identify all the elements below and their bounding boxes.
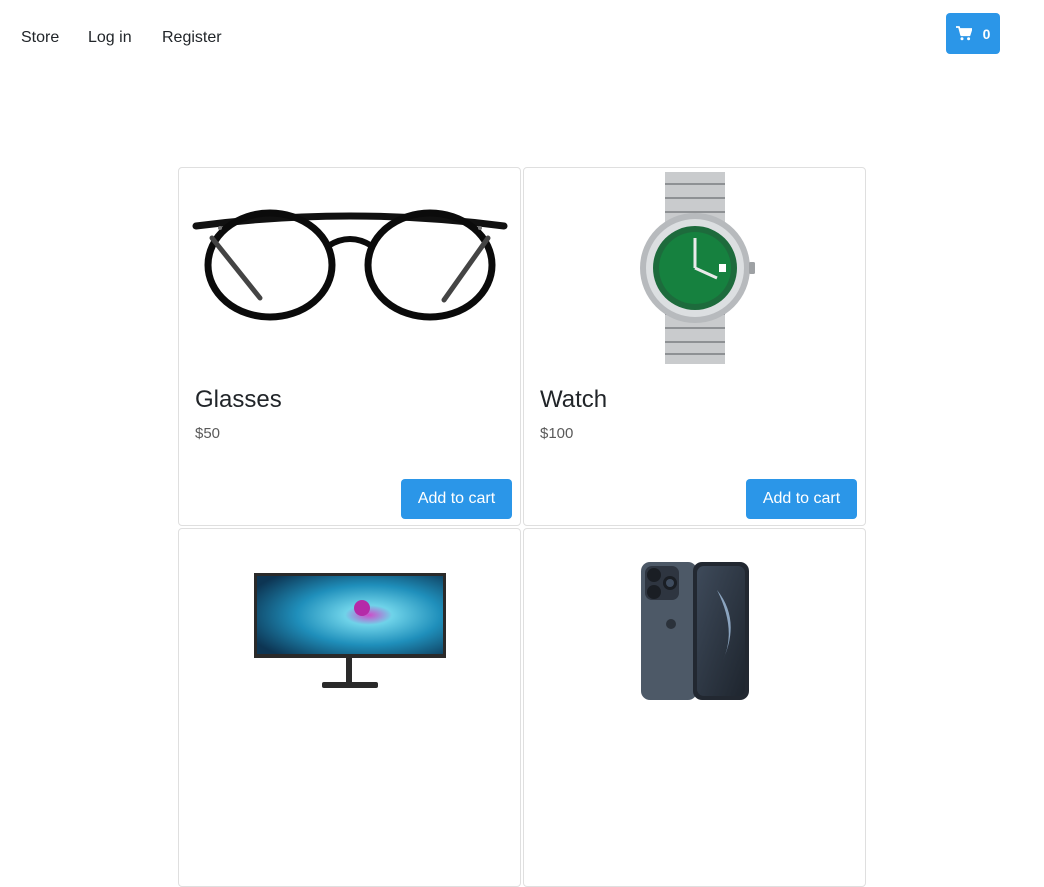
nav-link-store[interactable]: Store (21, 27, 59, 49)
add-to-cart-button[interactable]: Add to cart (746, 479, 857, 519)
product-price: $50 (195, 425, 221, 442)
product-price: $100 (540, 425, 574, 442)
product-title: Watch (540, 386, 608, 413)
cart-button[interactable]: 0 (946, 13, 1000, 54)
cart-count: 0 (982, 25, 991, 42)
watch-image (524, 168, 865, 368)
glasses-image (179, 168, 520, 368)
add-to-cart-button[interactable]: Add to cart (401, 479, 512, 519)
product-card-watch: Watch $100 Add to cart (523, 167, 866, 526)
phone-image (524, 529, 865, 729)
top-navbar: Store Log in Register 0 (0, 0, 1044, 76)
monitor-image (179, 529, 520, 729)
product-card-monitor (178, 528, 521, 887)
cart-icon (955, 26, 972, 41)
product-title: Glasses (195, 386, 282, 413)
nav-link-register[interactable]: Register (162, 27, 222, 49)
product-card-phone (523, 528, 866, 887)
product-card-glasses: Glasses $50 Add to cart (178, 167, 521, 526)
nav-link-login[interactable]: Log in (88, 27, 132, 49)
